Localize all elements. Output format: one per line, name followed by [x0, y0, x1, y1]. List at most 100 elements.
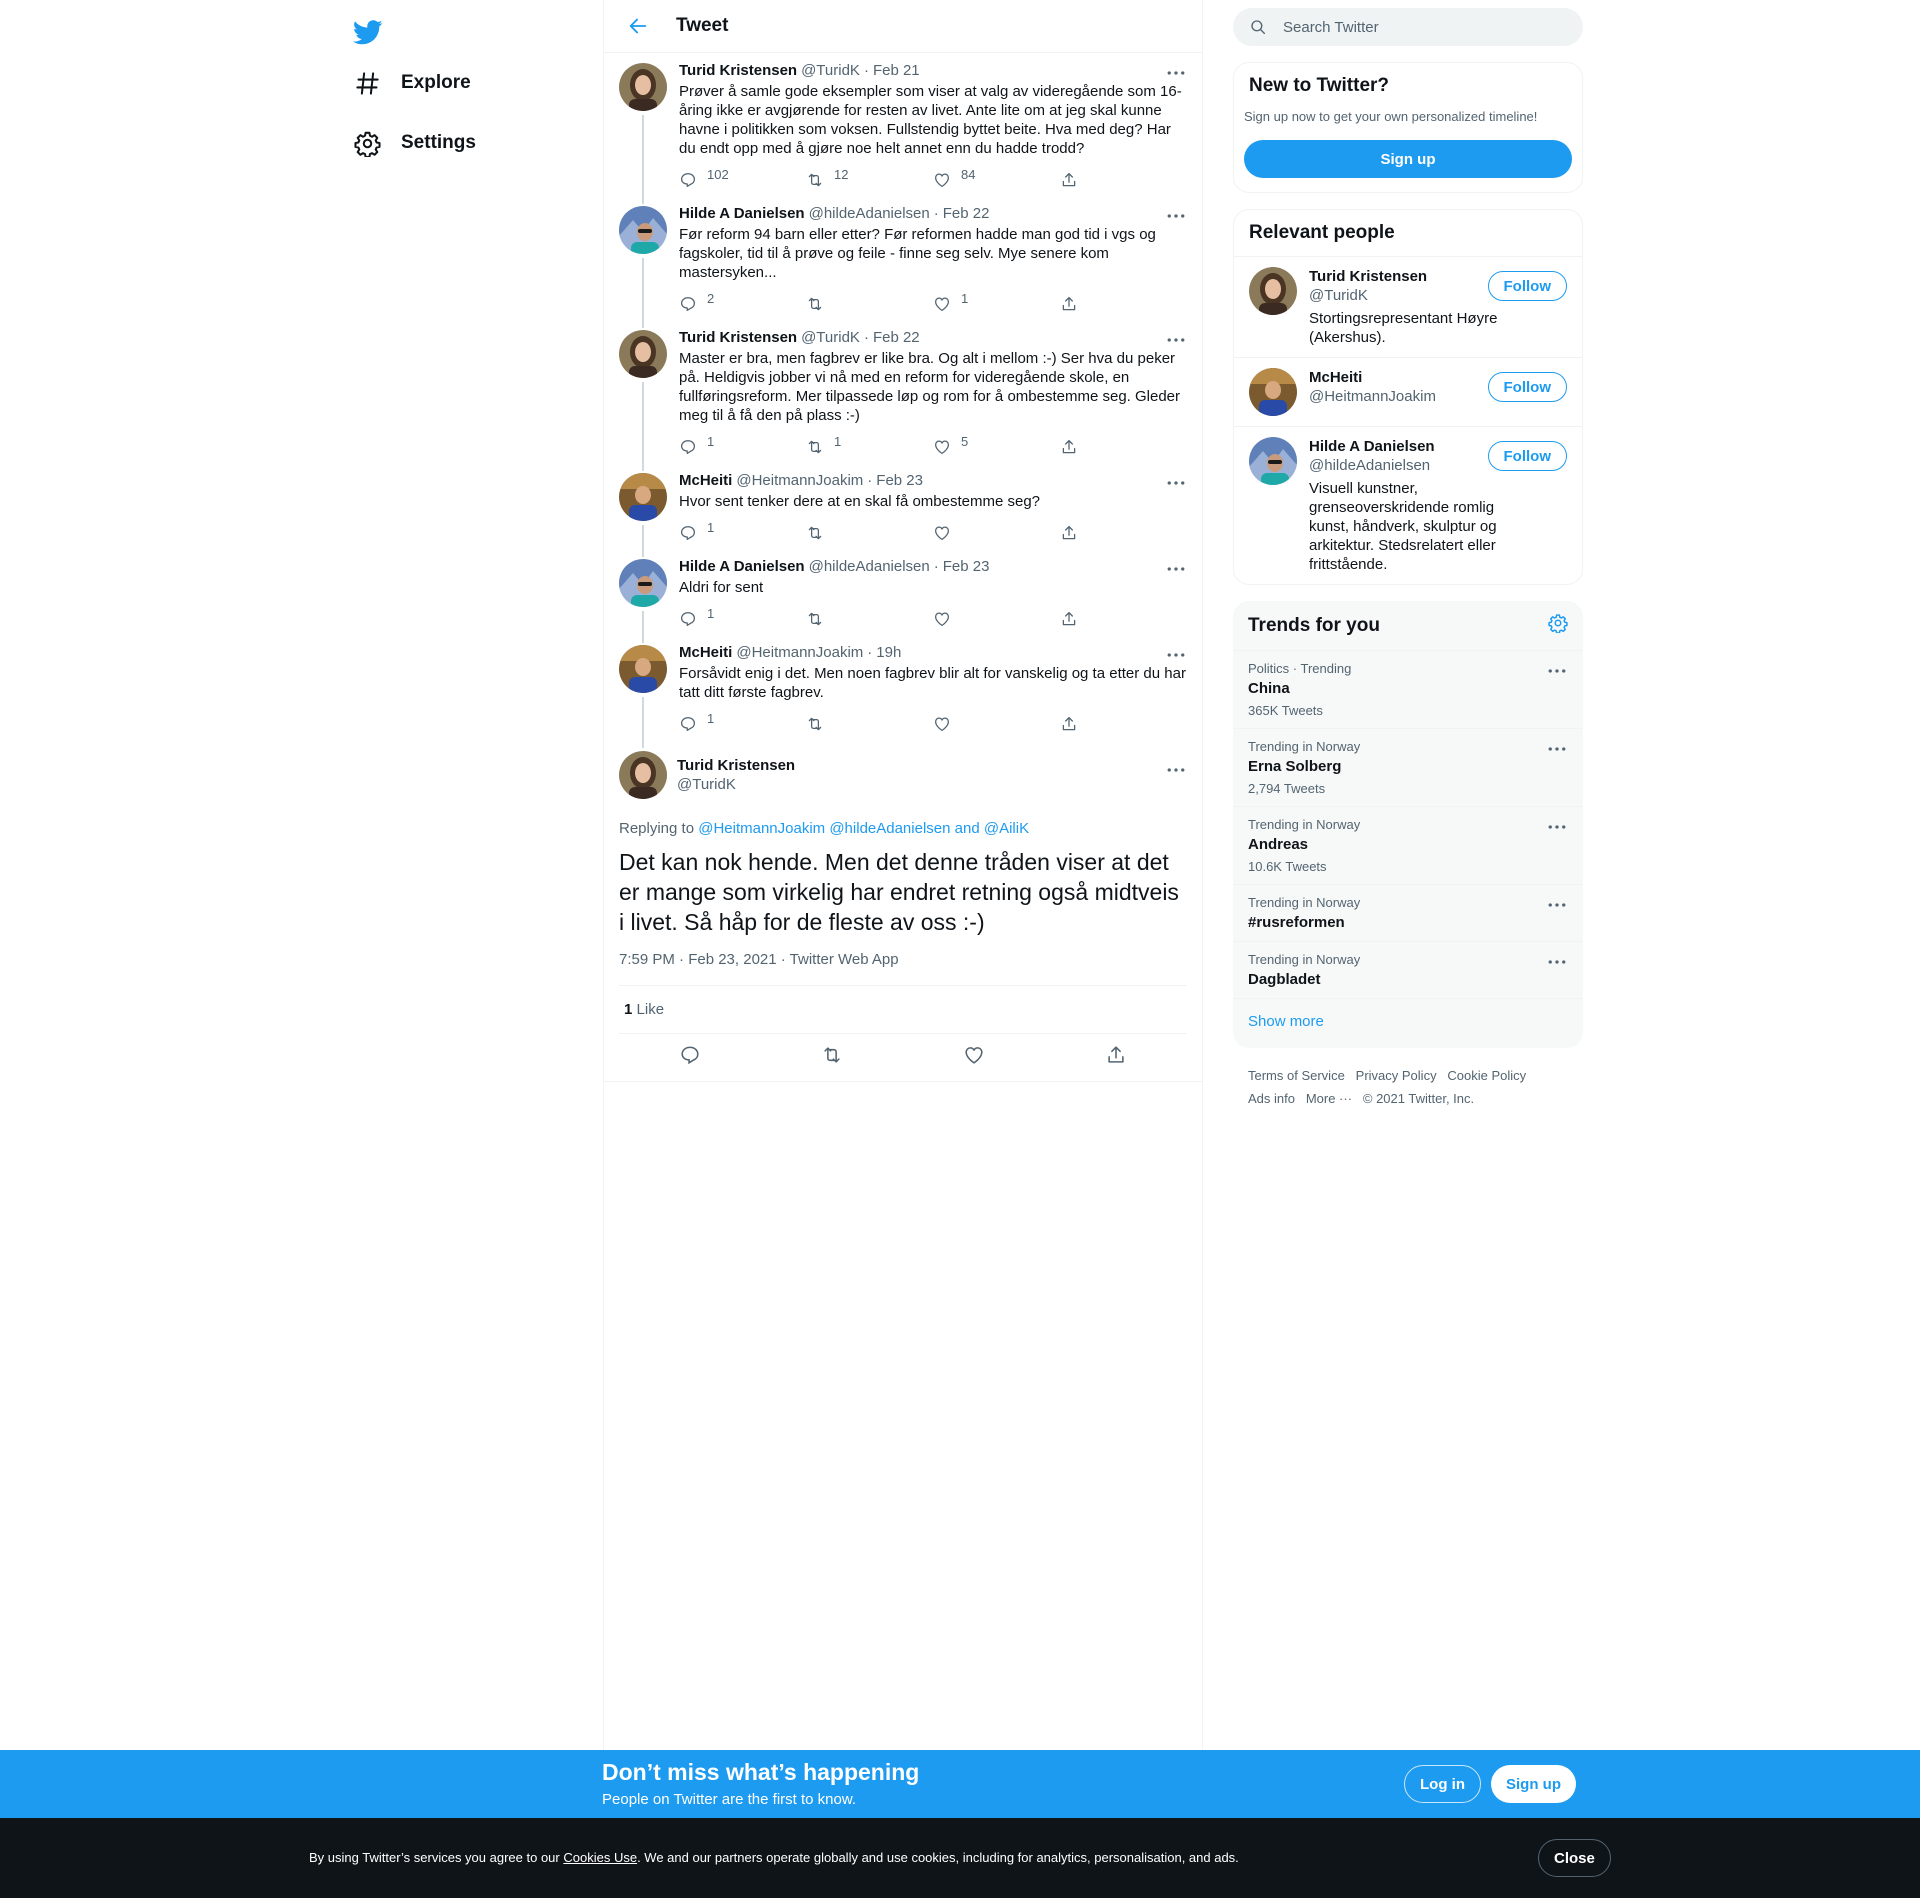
author-name[interactable]: Turid Kristensen: [677, 756, 795, 775]
author-handle[interactable]: @TuridK: [801, 61, 860, 80]
more-options-button[interactable]: [1546, 663, 1568, 679]
trend-item[interactable]: Politics · Trending China 365K Tweets: [1233, 651, 1583, 729]
person-item[interactable]: Hilde A Danielsen @hildeAdanielsen Visuell…: [1234, 426, 1582, 584]
show-more-link[interactable]: Show more: [1233, 999, 1583, 1048]
follow-button[interactable]: Follow: [1487, 441, 1567, 471]
tweet-date[interactable]: Feb 21: [873, 61, 920, 80]
login-button[interactable]: Log in: [1404, 1765, 1481, 1803]
trend-item[interactable]: Trending in Norway Andreas 10.6K Tweets: [1233, 807, 1583, 885]
tweet-date[interactable]: Feb 22: [943, 204, 990, 223]
more-options-button[interactable]: [1165, 475, 1187, 491]
reply-button[interactable]: 102: [679, 167, 806, 189]
mention-link[interactable]: @hildeAdanielsen: [829, 820, 950, 837]
avatar[interactable]: [1249, 368, 1297, 416]
tweet-date[interactable]: Feb 23: [943, 557, 990, 576]
like-button[interactable]: [933, 715, 1060, 733]
like-button[interactable]: [933, 610, 1060, 628]
more-link[interactable]: More ···: [1306, 1091, 1352, 1106]
mention-link[interactable]: @HeitmannJoakim: [698, 820, 825, 837]
banner-signup-button[interactable]: Sign up: [1491, 1765, 1576, 1803]
avatar[interactable]: [619, 63, 667, 111]
tweet-date[interactable]: Feb 23: [876, 471, 923, 490]
more-options-button[interactable]: [1165, 208, 1187, 224]
like-count[interactable]: 1 Like: [619, 986, 1187, 1034]
retweet-button[interactable]: [806, 524, 933, 542]
avatar[interactable]: [619, 206, 667, 254]
more-options-button[interactable]: [1546, 741, 1568, 757]
more-options-button[interactable]: [1165, 647, 1187, 663]
follow-button[interactable]: Follow: [1487, 372, 1567, 402]
tweet-item[interactable]: Hilde A Danielsen @hildeAdanielsen · Feb 22…: [604, 196, 1202, 328]
tweet-item[interactable]: Turid Kristensen @TuridK · Feb 21 Prøver å s…: [604, 53, 1202, 204]
reply-button[interactable]: 1: [679, 711, 806, 733]
avatar[interactable]: [619, 330, 667, 378]
share-button[interactable]: [1060, 438, 1187, 456]
retweet-button[interactable]: [806, 610, 933, 628]
author-handle[interactable]: @TuridK: [677, 775, 795, 794]
back-button[interactable]: [620, 8, 656, 44]
more-options-button[interactable]: [1165, 332, 1187, 348]
share-button[interactable]: [1060, 610, 1187, 628]
more-options-button[interactable]: [1165, 561, 1187, 577]
reply-button[interactable]: 1: [679, 434, 806, 456]
share-button[interactable]: [1105, 1044, 1127, 1071]
person-item[interactable]: McHeiti @HeitmannJoakim Follow: [1234, 357, 1582, 426]
trend-item[interactable]: Trending in Norway Erna Solberg 2,794 Twee…: [1233, 729, 1583, 807]
person-name[interactable]: McHeiti: [1309, 368, 1509, 387]
avatar[interactable]: [1249, 437, 1297, 485]
more-options-button[interactable]: [1546, 819, 1568, 835]
tweet-date[interactable]: Feb 22: [873, 328, 920, 347]
retweet-button[interactable]: 12: [806, 167, 933, 189]
like-button[interactable]: 1: [933, 291, 1060, 313]
avatar[interactable]: [1249, 267, 1297, 315]
person-name[interactable]: Hilde A Danielsen: [1309, 437, 1509, 456]
nav-settings[interactable]: Settings: [344, 118, 486, 168]
share-button[interactable]: [1060, 524, 1187, 542]
cookie-policy-link[interactable]: Cookie Policy: [1447, 1068, 1526, 1083]
avatar[interactable]: [619, 473, 667, 521]
retweet-button[interactable]: [806, 715, 933, 733]
reply-button[interactable]: [679, 1044, 701, 1071]
author-handle[interactable]: @hildeAdanielsen: [809, 557, 930, 576]
signup-button[interactable]: Sign up: [1244, 140, 1572, 178]
person-handle[interactable]: @HeitmannJoakim: [1309, 387, 1509, 406]
nav-explore[interactable]: Explore: [344, 58, 481, 108]
retweet-button[interactable]: [806, 295, 933, 313]
search-input[interactable]: [1283, 18, 1553, 36]
trend-item[interactable]: Trending in Norway #rusreformen: [1233, 885, 1583, 942]
ads-info-link[interactable]: Ads info: [1248, 1091, 1295, 1106]
person-item[interactable]: Turid Kristensen @TuridK Stortingsrepresen…: [1234, 256, 1582, 357]
tweet-item[interactable]: McHeiti @HeitmannJoakim · 19h Forsåvidt enig…: [604, 635, 1202, 748]
like-button[interactable]: [933, 524, 1060, 542]
author-handle[interactable]: @TuridK: [801, 328, 860, 347]
tweet-date[interactable]: 19h: [876, 643, 901, 662]
like-button[interactable]: [963, 1044, 985, 1071]
like-button[interactable]: 84: [933, 167, 1060, 189]
author-name[interactable]: Turid Kristensen: [679, 328, 797, 347]
terms-link[interactable]: Terms of Service: [1248, 1068, 1345, 1083]
author-name[interactable]: Turid Kristensen: [679, 61, 797, 80]
reply-button[interactable]: 2: [679, 291, 806, 313]
tweet-item[interactable]: Turid Kristensen @TuridK · Feb 22 Master er …: [604, 320, 1202, 471]
share-button[interactable]: [1060, 715, 1187, 733]
author-name[interactable]: McHeiti: [679, 643, 732, 662]
person-handle[interactable]: @hildeAdanielsen: [1309, 456, 1509, 475]
more-options-button[interactable]: [1165, 65, 1187, 81]
more-options-button[interactable]: [1546, 954, 1568, 970]
avatar[interactable]: [619, 559, 667, 607]
more-options-button[interactable]: [1546, 897, 1568, 913]
search-box[interactable]: [1233, 8, 1583, 46]
more-options-button[interactable]: [1165, 762, 1187, 778]
trend-item[interactable]: Trending in Norway Dagbladet: [1233, 942, 1583, 999]
person-name[interactable]: Turid Kristensen: [1309, 267, 1509, 286]
close-cookie-button[interactable]: Close: [1538, 1839, 1611, 1877]
retweet-button[interactable]: 1: [806, 434, 933, 456]
author-handle[interactable]: @HeitmannJoakim: [736, 471, 863, 490]
tweet-item[interactable]: Hilde A Danielsen @hildeAdanielsen · Feb 23…: [604, 549, 1202, 643]
share-button[interactable]: [1060, 295, 1187, 313]
avatar[interactable]: [619, 645, 667, 693]
avatar[interactable]: [619, 751, 667, 799]
person-handle[interactable]: @TuridK: [1309, 286, 1509, 305]
mention-link[interactable]: @AiliK: [984, 820, 1029, 837]
follow-button[interactable]: Follow: [1487, 271, 1567, 301]
